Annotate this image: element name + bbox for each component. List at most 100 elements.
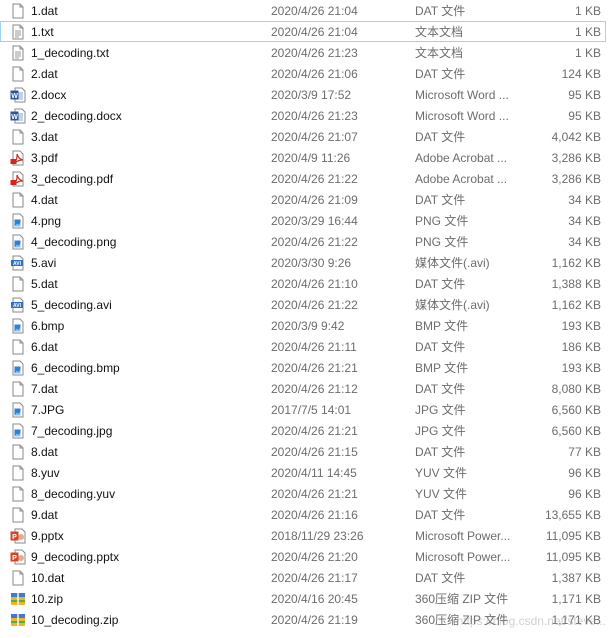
file-name: 10.zip [31,592,64,606]
file-row[interactable]: 3_decoding.pdf 2020/4/26 21:22 Adobe Acrob… [0,168,606,189]
file-type: 360压缩 ZIP 文件 [415,613,509,627]
file-row[interactable]: W 2_decoding.docx 2020/4/26 21:23 Microsoft… [0,105,606,126]
file-row[interactable]: 1_decoding.txt 2020/4/26 21:23 文本文档 1 KB [0,42,606,63]
file-size: 3,286 KB [551,151,601,165]
file-row[interactable]: P 9_decoding.pptx 2020/4/26 21:20 Microsoft… [0,546,606,567]
svg-text:W: W [11,93,18,100]
file-row[interactable]: 4.png 2020/3/29 16:44 PNG 文件 34 KB [0,210,606,231]
file-row[interactable]: 7.JPG 2017/7/5 14:01 JPG 文件 6,560 KB [0,399,606,420]
file-size: 1,162 KB [551,256,601,270]
image-file-icon [10,318,26,334]
file-type: DAT 文件 [415,340,466,354]
file-date-modified: 2020/4/26 21:06 [271,67,358,81]
blank-file-icon [10,465,26,481]
file-type: DAT 文件 [415,193,466,207]
scrollbar[interactable] [606,0,612,638]
file-name: 4.png [31,214,62,228]
file-row[interactable]: 8_decoding.yuv 2020/4/26 21:21 YUV 文件 96 KB [0,483,606,504]
file-name: 2_decoding.docx [31,109,122,123]
file-size: 34 KB [568,235,601,249]
file-row[interactable]: 10_decoding.zip 2020/4/26 21:19 360压缩 ZIP … [0,609,606,630]
file-name: 1.dat [31,4,58,18]
file-date-modified: 2020/3/9 17:52 [271,88,352,102]
file-type: 媒体文件(.avi) [415,256,490,270]
file-row[interactable]: 6.dat 2020/4/26 21:11 DAT 文件 186 KB [0,336,606,357]
file-name: 3.pdf [31,151,58,165]
file-row[interactable]: P 9.pptx 2018/11/29 23:26 Microsoft Power..… [0,525,606,546]
blank-file-icon [10,444,26,460]
file-name: 7.dat [31,382,58,396]
file-name: 9_decoding.pptx [31,550,120,564]
image-file-icon [10,423,26,439]
file-row[interactable]: 8.yuv 2020/4/11 14:45 YUV 文件 96 KB [0,462,606,483]
file-name: 3.dat [31,130,58,144]
file-size: 1,162 KB [551,298,601,312]
file-row[interactable]: 7_decoding.jpg 2020/4/26 21:21 JPG 文件 6,560… [0,420,606,441]
file-row[interactable]: 10.dat 2020/4/26 21:17 DAT 文件 1,387 KB [0,567,606,588]
file-date-modified: 2020/4/9 11:26 [271,151,351,165]
file-row[interactable]: 4.dat 2020/4/26 21:09 DAT 文件 34 KB [0,189,606,210]
file-name: 6.dat [31,340,58,354]
file-size: 6,560 KB [551,424,601,438]
file-date-modified: 2020/4/26 21:04 [271,25,358,39]
file-name: 2.docx [31,88,67,102]
svg-text:AVI: AVI [13,303,22,309]
file-row[interactable]: 6_decoding.bmp 2020/4/26 21:21 BMP 文件 193 K… [0,357,606,378]
file-row[interactable]: 6.bmp 2020/3/9 9:42 BMP 文件 193 KB [0,315,606,336]
file-date-modified: 2020/4/26 21:16 [271,508,358,522]
blank-file-icon [10,276,26,292]
file-size: 193 KB [561,319,601,333]
file-row[interactable]: 9.dat 2020/4/26 21:16 DAT 文件 13,655 KB [0,504,606,525]
file-type: DAT 文件 [415,508,466,522]
file-date-modified: 2020/3/30 9:26 [271,256,352,270]
file-size: 34 KB [568,214,601,228]
text-file-icon [10,45,26,61]
file-size: 11,095 KB [545,550,601,564]
blank-file-icon [10,192,26,208]
file-size: 186 KB [561,340,601,354]
file-size: 34 KB [568,193,601,207]
file-row[interactable]: 3.dat 2020/4/26 21:07 DAT 文件 4,042 KB [0,126,606,147]
file-row[interactable]: 8.dat 2020/4/26 21:15 DAT 文件 77 KB [0,441,606,462]
file-size: 96 KB [568,466,601,480]
file-row[interactable]: W 2.docx 2020/3/9 17:52 Microsoft Word ... 9… [0,84,606,105]
file-row[interactable]: 7.dat 2020/4/26 21:12 DAT 文件 8,080 KB [0,378,606,399]
svg-text:P: P [12,534,17,541]
file-row[interactable]: 2.dat 2020/4/26 21:06 DAT 文件 124 KB [0,63,606,84]
file-date-modified: 2020/4/26 21:11 [271,340,357,354]
file-type: JPG 文件 [415,424,466,438]
word-file-icon: W [10,108,26,124]
file-name: 2.dat [31,67,58,81]
file-type: BMP 文件 [415,361,469,375]
file-size: 1 KB [574,4,601,18]
zip-file-icon [10,612,26,628]
file-row[interactable]: AVI 5_decoding.avi 2020/4/26 21:22 媒体文件(.av… [0,294,606,315]
file-size: 1 KB [574,25,601,39]
file-row[interactable]: 10.zip 2020/4/16 20:45 360压缩 ZIP 文件 1,171 K… [0,588,606,609]
file-row[interactable]: 1.dat 2020/4/26 21:04 DAT 文件 1 KB [0,0,606,21]
file-row[interactable]: AVI 5.avi 2020/3/30 9:26 媒体文件(.avi) 1,162 KB [0,252,606,273]
file-name: 1.txt [31,25,54,39]
file-name: 9.pptx [31,529,64,543]
file-type: DAT 文件 [415,382,466,396]
file-date-modified: 2020/4/26 21:20 [271,550,358,564]
file-type: DAT 文件 [415,67,466,81]
file-name: 7.JPG [31,403,65,417]
file-size: 1,171 KB [551,613,601,627]
file-type: Microsoft Word ... [415,88,509,102]
file-row[interactable]: 3.pdf 2020/4/9 11:26 Adobe Acrobat ... 3,28… [0,147,606,168]
file-type: YUV 文件 [415,487,468,501]
file-name: 10_decoding.zip [31,613,119,627]
file-size: 95 KB [568,109,601,123]
file-name: 8_decoding.yuv [31,487,116,501]
file-type: JPG 文件 [415,403,466,417]
file-row[interactable]: 4_decoding.png 2020/4/26 21:22 PNG 文件 34 KB [0,231,606,252]
text-file-icon [10,24,26,40]
blank-file-icon [10,129,26,145]
file-name: 8.yuv [31,466,60,480]
blank-file-icon [10,507,26,523]
file-row[interactable]: 5.dat 2020/4/26 21:10 DAT 文件 1,388 KB [0,273,606,294]
blank-file-icon [10,486,26,502]
file-size: 193 KB [561,361,601,375]
file-row[interactable]: 1.txt 2020/4/26 21:04 文本文档 1 KB [0,21,606,42]
